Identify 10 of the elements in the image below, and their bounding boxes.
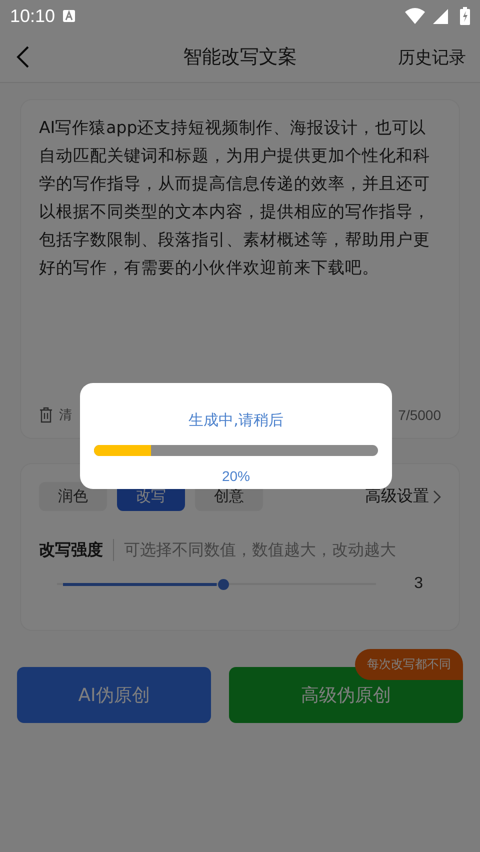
- status-time: 10:10: [10, 6, 56, 26]
- editor-text: AI写作猿app还支持短视频制作、海报设计，也可以自动匹配关键词和标题，为用户提供更加个性化和科学的写作指导，从而提高信息传递的效率，并且还可以根据不同类型的文本内容，提供相应的写作指导，包括字数限制、段落指引、素材概述等，帮助用户更好的写作，有需要的小伙伴欢迎前来下载吧。: [39, 118, 430, 277]
- progress-percent: 20%: [222, 468, 250, 484]
- dialog-title: 生成中,请稍后: [188, 411, 284, 430]
- strength-hint: 可选择不同数值，数值越大，改动越大: [124, 540, 396, 560]
- strength-value: 3: [414, 575, 423, 593]
- character-counter: 7/5000: [398, 407, 441, 423]
- strength-label: 改写强度: [39, 540, 103, 560]
- page-title: 智能改写文案: [183, 45, 297, 70]
- promo-tooltip: 每次改写都不同: [355, 649, 463, 680]
